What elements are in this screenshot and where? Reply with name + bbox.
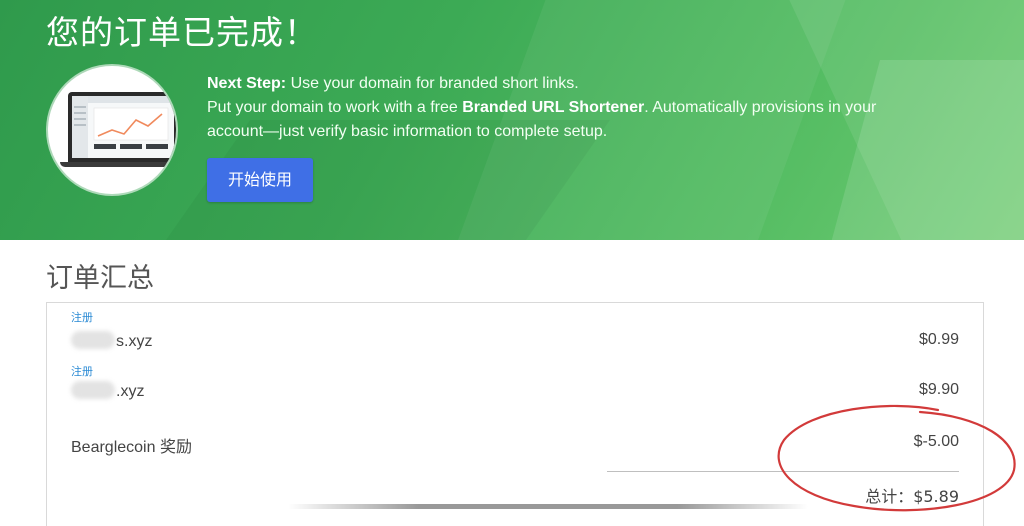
get-started-button[interactable]: 开始使用 xyxy=(207,158,313,202)
dashboard-screen xyxy=(72,96,174,158)
order-complete-banner: 您的订单已完成！ Next Step: Use your domain for … xyxy=(0,0,1024,240)
register-tag: 注册 xyxy=(71,365,93,378)
next-step-line2-prefix: Put your domain to work with a free xyxy=(207,99,463,116)
red-circle-annotation xyxy=(777,404,1016,512)
register-tag: 注册 xyxy=(71,311,93,324)
line-item-name: Bearglecoin 奖励 xyxy=(71,439,192,456)
laptop-base xyxy=(60,162,176,167)
page-title: 您的订单已完成！ xyxy=(46,13,318,52)
chart-graphic xyxy=(74,106,169,149)
next-step-text: Use your domain for branded short links. xyxy=(286,75,579,92)
next-step-line2-suffix: . Automatically provisions in your xyxy=(644,99,877,116)
laptop-icon xyxy=(68,92,176,162)
laptop-dashboard-illustration xyxy=(48,66,176,194)
line-item-price: $0.99 xyxy=(918,331,959,348)
order-summary-title: 订单汇总 xyxy=(46,263,154,294)
order-line-item: 注册 s.xyz $0.99 xyxy=(47,309,983,359)
next-step-line3: account—just verify basic information to… xyxy=(207,123,608,140)
next-step-message: Next Step: Use your domain for branded s… xyxy=(207,72,967,144)
next-step-label: Next Step: xyxy=(207,75,287,92)
redacted-domain xyxy=(71,331,115,349)
line-item-name: .xyz xyxy=(71,381,144,401)
branded-url-shortener-label: Branded URL Shortener xyxy=(462,99,645,116)
scroll-shadow xyxy=(288,504,808,509)
redacted-domain xyxy=(71,381,115,399)
line-item-name: s.xyz xyxy=(71,331,152,351)
